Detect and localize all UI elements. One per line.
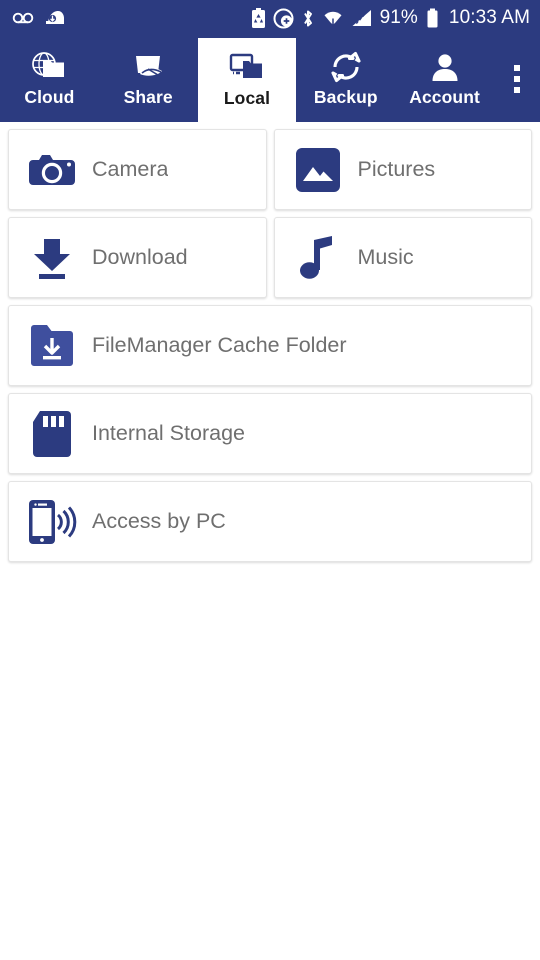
download-icon bbox=[26, 232, 78, 284]
sync-arrows-icon bbox=[329, 50, 363, 84]
list-item-access-by-pc[interactable]: Access by PC bbox=[8, 481, 532, 562]
tab-bar: Cloud Share Local Backup Account bbox=[0, 36, 540, 122]
status-bar-right-icons: 91% 10:33 AM bbox=[251, 7, 530, 29]
local-monitor-folder-icon bbox=[227, 51, 267, 85]
folder-download-icon bbox=[26, 320, 78, 372]
list-item-label: Camera bbox=[92, 157, 169, 181]
wifi-icon bbox=[322, 8, 344, 28]
list-item-filemanager-cache-folder[interactable]: FileManager Cache Folder bbox=[8, 305, 532, 386]
status-bar: 91% 10:33 AM bbox=[0, 0, 540, 36]
tab-share[interactable]: Share bbox=[99, 36, 198, 122]
voicemail-icon bbox=[12, 10, 34, 26]
battery-icon bbox=[426, 8, 439, 28]
overflow-dot-3 bbox=[513, 87, 520, 93]
camera-icon bbox=[26, 144, 78, 196]
battery-percent-label: 91% bbox=[379, 7, 418, 28]
list-item-label: Internal Storage bbox=[92, 421, 245, 445]
person-icon bbox=[429, 50, 461, 84]
tab-account[interactable]: Account bbox=[395, 36, 494, 122]
list-row: Access by PC bbox=[8, 481, 532, 562]
list-item-download[interactable]: Download bbox=[8, 217, 267, 298]
list-item-label: Download bbox=[92, 245, 188, 269]
tab-label-cloud: Cloud bbox=[24, 87, 75, 107]
tab-cloud[interactable]: Cloud bbox=[0, 36, 99, 122]
cloud-folder-icon bbox=[29, 50, 69, 84]
clock-label: 10:33 AM bbox=[448, 7, 530, 28]
overflow-dot-1 bbox=[513, 65, 520, 71]
bluetooth-icon bbox=[301, 8, 315, 29]
music-note-icon bbox=[292, 232, 344, 284]
overflow-menu-icon[interactable] bbox=[494, 36, 540, 122]
tab-label-share: Share bbox=[123, 87, 173, 107]
download-notification-icon bbox=[45, 9, 65, 27]
data-saver-icon bbox=[273, 8, 294, 29]
tab-label-account: Account bbox=[409, 87, 480, 107]
pictures-icon bbox=[292, 144, 344, 196]
list-item-pictures[interactable]: Pictures bbox=[273, 129, 532, 210]
list-item-internal-storage[interactable]: Internal Storage bbox=[8, 393, 532, 474]
list-item-label: FileManager Cache Folder bbox=[92, 333, 347, 357]
list-row: Camera Pictures bbox=[8, 129, 532, 210]
list-item-camera[interactable]: Camera bbox=[8, 129, 267, 210]
list-item-label: Access by PC bbox=[92, 509, 226, 533]
list-item-label: Pictures bbox=[357, 157, 436, 181]
tab-label-backup: Backup bbox=[313, 87, 378, 107]
phone-wireless-icon bbox=[26, 496, 78, 548]
cellular-signal-icon bbox=[351, 8, 373, 28]
tab-local[interactable]: Local bbox=[197, 38, 297, 122]
list-row: Internal Storage bbox=[8, 393, 532, 474]
local-storage-list: Camera Pictures Download Music FileManag… bbox=[0, 122, 540, 562]
battery-recycle-icon bbox=[251, 8, 266, 28]
list-item-music[interactable]: Music bbox=[273, 217, 532, 298]
list-row: FileManager Cache Folder bbox=[8, 305, 532, 386]
share-bag-icon bbox=[128, 50, 168, 84]
tab-backup[interactable]: Backup bbox=[296, 36, 395, 122]
list-item-label: Music bbox=[357, 245, 414, 269]
overflow-dot-2 bbox=[513, 76, 520, 82]
sd-card-icon bbox=[26, 408, 78, 460]
status-bar-left-icons bbox=[12, 9, 65, 27]
list-row: Download Music bbox=[8, 217, 532, 298]
tab-label-local: Local bbox=[223, 88, 271, 108]
